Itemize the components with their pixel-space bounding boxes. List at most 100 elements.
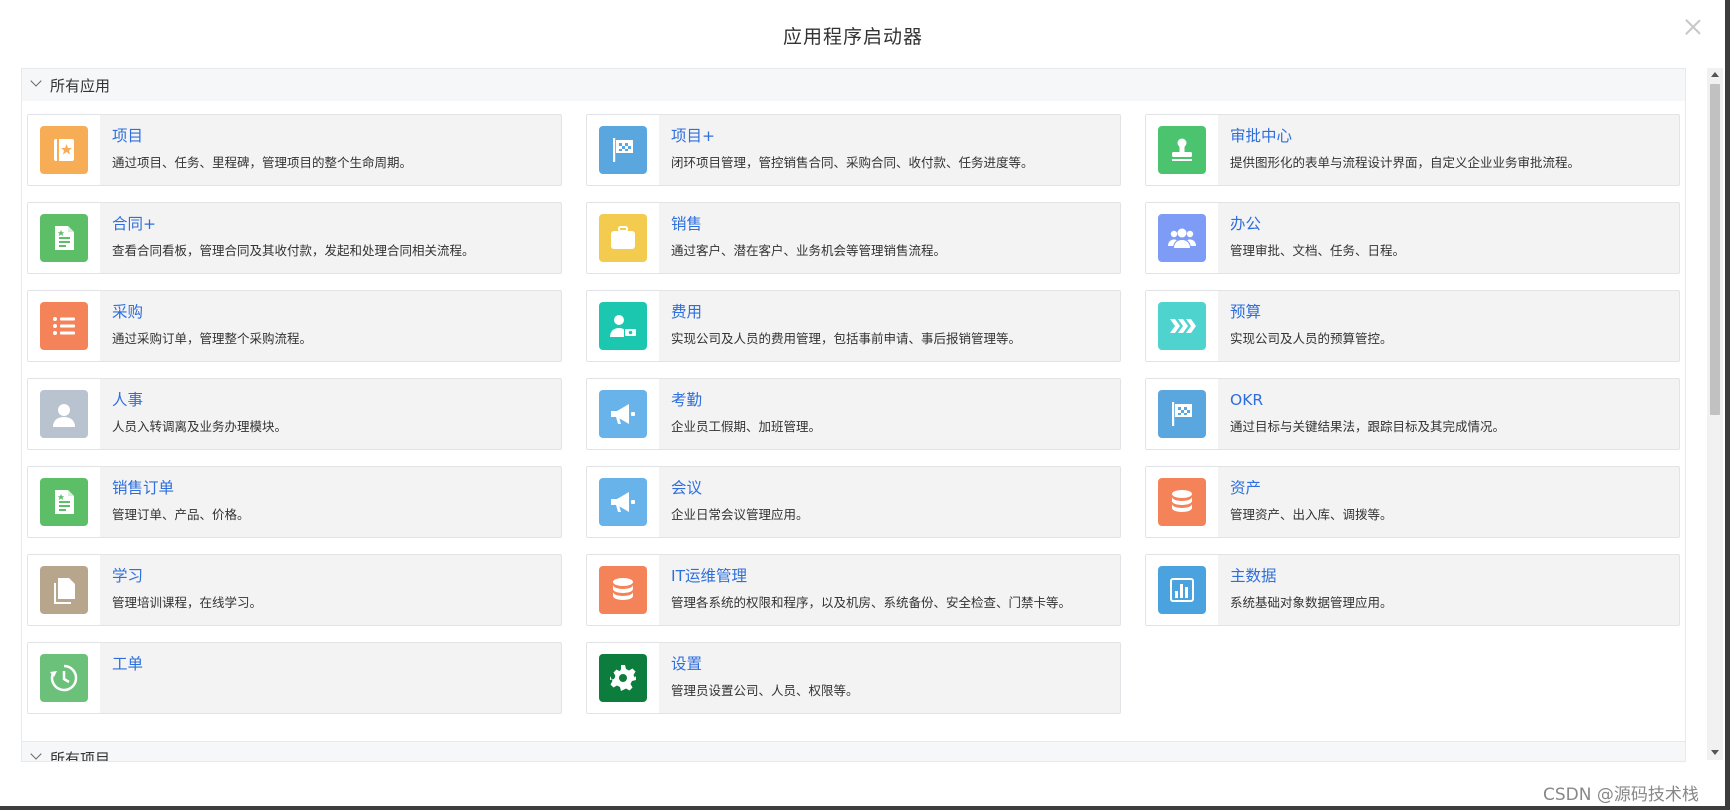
app-card[interactable]: 采购通过采购订单，管理整个采购流程。 bbox=[27, 290, 562, 362]
app-launcher-modal: 应用程序启动器 所有应用 项目 通过项目、任务、里程碑，管理项目的整个生命周期。项… bbox=[0, 0, 1725, 806]
app-name[interactable]: 项目 bbox=[112, 127, 552, 145]
app-card[interactable]: OKR 通过目标与关键结果法，跟踪目标及其完成情况。 bbox=[1145, 378, 1680, 450]
app-text: 费用 实现公司及人员的费用管理，包括事前申请、事后报销管理等。 bbox=[659, 291, 1111, 361]
flag-icon bbox=[1158, 390, 1206, 438]
app-card[interactable]: 费用 实现公司及人员的费用管理，包括事前申请、事后报销管理等。 bbox=[586, 290, 1121, 362]
app-card[interactable]: 预算 实现公司及人员的预算管控。 bbox=[1145, 290, 1680, 362]
app-card[interactable]: 合同+ 查看合同看板，管理合同及其收付款，发起和处理合同相关流程。 bbox=[27, 202, 562, 274]
app-text: 项目+ 闭环项目管理，管控销售合同、采购合同、收付款、任务进度等。 bbox=[659, 115, 1111, 185]
app-text: IT运维管理 管理各系统的权限和程序，以及机房、系统备份、安全检查、门禁卡等。 bbox=[659, 555, 1111, 625]
app-name[interactable]: 资产 bbox=[1230, 479, 1670, 497]
megaphone-icon bbox=[599, 390, 647, 438]
copy-icon bbox=[40, 566, 88, 614]
app-description: 人员入转调离及业务办理模块。 bbox=[112, 419, 288, 434]
app-card[interactable]: 审批中心 提供图形化的表单与流程设计界面，自定义企业业务审批流程。 bbox=[1145, 114, 1680, 186]
app-description: 企业员工假期、加班管理。 bbox=[671, 419, 822, 434]
app-description: 通过采购订单，管理整个采购流程。 bbox=[112, 331, 313, 346]
gear-icon bbox=[599, 654, 647, 702]
app-name[interactable]: OKR bbox=[1230, 391, 1670, 409]
app-text: 销售订单管理订单、产品、价格。 bbox=[100, 467, 552, 537]
app-icon-wrapper bbox=[587, 643, 659, 713]
app-description: 闭环项目管理，管控销售合同、采购合同、收付款、任务进度等。 bbox=[671, 155, 1034, 170]
app-name[interactable]: 学习 bbox=[112, 567, 552, 585]
stamp-icon bbox=[1158, 126, 1206, 174]
app-card[interactable]: 销售 通过客户、潜在客户、业务机会等管理销售流程。 bbox=[586, 202, 1121, 274]
app-name[interactable]: 设置 bbox=[671, 655, 1111, 673]
apps-panel: 所有应用 项目 通过项目、任务、里程碑，管理项目的整个生命周期。 项目+ 闭环项目管理… bbox=[21, 68, 1686, 762]
app-description: 管理审批、文档、任务、日程。 bbox=[1230, 243, 1406, 258]
app-card[interactable]: IT运维管理 管理各系统的权限和程序，以及机房、系统备份、安全检查、门禁卡等。 bbox=[586, 554, 1121, 626]
app-card[interactable]: 项目+ 闭环项目管理，管控销售合同、采购合同、收付款、任务进度等。 bbox=[586, 114, 1121, 186]
database-icon bbox=[599, 566, 647, 614]
app-name[interactable]: 工单 bbox=[112, 655, 552, 673]
app-name[interactable]: 主数据 bbox=[1230, 567, 1670, 585]
app-description: 系统基础对象数据管理应用。 bbox=[1230, 595, 1393, 610]
app-card[interactable]: 项目 通过项目、任务、里程碑，管理项目的整个生命周期。 bbox=[27, 114, 562, 186]
app-name[interactable]: 合同+ bbox=[112, 215, 552, 233]
app-icon-wrapper bbox=[1146, 555, 1218, 625]
app-name[interactable]: 考勤 bbox=[671, 391, 1111, 409]
app-card[interactable]: 考勤企业员工假期、加班管理。 bbox=[586, 378, 1121, 450]
section-header-all-projects[interactable]: 所有项目 bbox=[22, 741, 1685, 762]
app-card[interactable]: 办公管理审批、文档、任务、日程。 bbox=[1145, 202, 1680, 274]
clock-refresh-icon bbox=[40, 654, 88, 702]
app-name[interactable]: 审批中心 bbox=[1230, 127, 1670, 145]
app-name[interactable]: 预算 bbox=[1230, 303, 1670, 321]
app-name[interactable]: 采购 bbox=[112, 303, 552, 321]
app-card[interactable]: 资产 管理资产、出入库、调拨等。 bbox=[1145, 466, 1680, 538]
user-money-icon bbox=[599, 302, 647, 350]
background-edge bbox=[1725, 0, 1730, 810]
app-icon-wrapper bbox=[587, 555, 659, 625]
document-icon bbox=[40, 478, 88, 526]
document-icon bbox=[40, 214, 88, 262]
app-card[interactable]: 设置管理员设置公司、人员、权限等。 bbox=[586, 642, 1121, 714]
app-icon-wrapper bbox=[28, 291, 100, 361]
app-name[interactable]: 销售订单 bbox=[112, 479, 552, 497]
app-name[interactable]: 项目+ bbox=[671, 127, 1111, 145]
app-card[interactable]: 人事人员入转调离及业务办理模块。 bbox=[27, 378, 562, 450]
app-text: 设置管理员设置公司、人员、权限等。 bbox=[659, 643, 1111, 713]
person-icon bbox=[40, 390, 88, 438]
database-icon bbox=[1158, 478, 1206, 526]
app-text: 人事人员入转调离及业务办理模块。 bbox=[100, 379, 552, 449]
app-icon-wrapper bbox=[28, 115, 100, 185]
section-title: 所有项目 bbox=[50, 750, 111, 762]
app-name[interactable]: IT运维管理 bbox=[671, 567, 1111, 585]
watermark: CSDN @源码技术栈 bbox=[1543, 785, 1699, 805]
chevrons-icon bbox=[1158, 302, 1206, 350]
flag-icon bbox=[599, 126, 647, 174]
close-icon[interactable] bbox=[1680, 14, 1706, 40]
app-card[interactable]: 学习 管理培训课程，在线学习。 bbox=[27, 554, 562, 626]
app-icon-wrapper bbox=[587, 115, 659, 185]
app-name[interactable]: 会议 bbox=[671, 479, 1111, 497]
app-name[interactable]: 销售 bbox=[671, 215, 1111, 233]
app-name[interactable]: 办公 bbox=[1230, 215, 1670, 233]
app-text: 资产 管理资产、出入库、调拨等。 bbox=[1218, 467, 1670, 537]
vertical-scrollbar[interactable] bbox=[1707, 68, 1723, 760]
app-description: 通过目标与关键结果法，跟踪目标及其完成情况。 bbox=[1230, 419, 1506, 434]
app-icon-wrapper bbox=[1146, 203, 1218, 273]
app-icon-wrapper bbox=[28, 203, 100, 273]
app-description: 管理员设置公司、人员、权限等。 bbox=[671, 683, 859, 698]
bar-chart-icon bbox=[1158, 566, 1206, 614]
app-text: 销售 通过客户、潜在客户、业务机会等管理销售流程。 bbox=[659, 203, 1111, 273]
app-card[interactable]: 销售订单管理订单、产品、价格。 bbox=[27, 466, 562, 538]
app-card[interactable]: 工单 bbox=[27, 642, 562, 714]
scroll-up-arrow[interactable] bbox=[1711, 72, 1719, 77]
app-name[interactable]: 人事 bbox=[112, 391, 552, 409]
app-description: 查看合同看板，管理合同及其收付款，发起和处理合同相关流程。 bbox=[112, 243, 475, 258]
app-card[interactable]: 会议 企业日常会议管理应用。 bbox=[586, 466, 1121, 538]
app-icon-wrapper bbox=[28, 379, 100, 449]
app-icon-wrapper bbox=[1146, 379, 1218, 449]
list-icon bbox=[40, 302, 88, 350]
app-text: 预算 实现公司及人员的预算管控。 bbox=[1218, 291, 1670, 361]
app-text: 项目 通过项目、任务、里程碑，管理项目的整个生命周期。 bbox=[100, 115, 552, 185]
scroll-thumb[interactable] bbox=[1710, 84, 1720, 415]
app-description: 管理订单、产品、价格。 bbox=[112, 507, 250, 522]
app-icon-wrapper bbox=[587, 379, 659, 449]
section-header-all-apps[interactable]: 所有应用 bbox=[22, 69, 1685, 101]
app-name[interactable]: 费用 bbox=[671, 303, 1111, 321]
app-text: 主数据系统基础对象数据管理应用。 bbox=[1218, 555, 1670, 625]
app-card[interactable]: 主数据系统基础对象数据管理应用。 bbox=[1145, 554, 1680, 626]
scroll-down-arrow[interactable] bbox=[1711, 750, 1719, 755]
